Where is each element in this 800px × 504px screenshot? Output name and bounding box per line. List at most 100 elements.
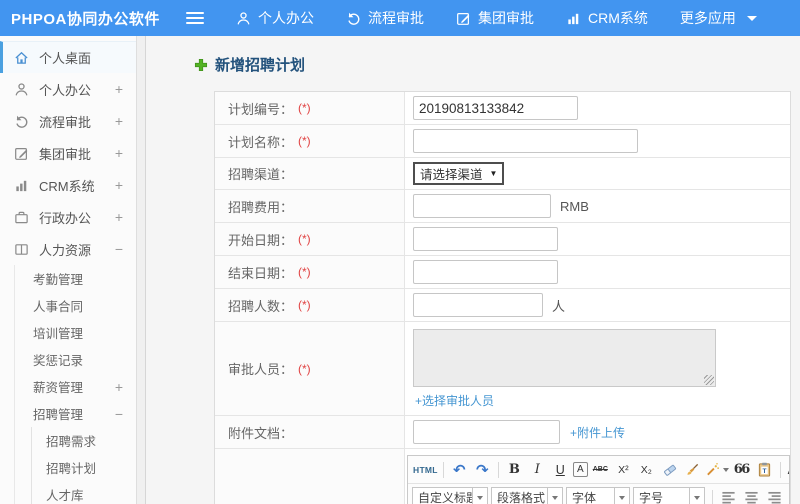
sidebar-item-reward-punishment-records[interactable]: 奖惩记录 (0, 346, 136, 373)
eraser-button[interactable] (659, 459, 680, 480)
expand-icon[interactable]: + (115, 209, 123, 225)
italic-button[interactable]: I (527, 459, 548, 480)
font-family-select[interactable]: 字体 (566, 487, 630, 504)
expand-icon[interactable]: + (115, 145, 123, 161)
sidebar-item-personal-desktop[interactable]: 个人桌面 (0, 41, 136, 73)
undo-button[interactable]: ↶ (449, 459, 470, 480)
sidebar-splitter[interactable] (137, 36, 146, 504)
align-center-button[interactable] (741, 487, 762, 504)
topnav-workflow-approval-label: 流程审批 (368, 10, 424, 26)
required-mark: (*) (298, 361, 311, 376)
topnav-personal-office[interactable]: 个人办公 (236, 8, 314, 28)
expand-icon[interactable]: + (115, 379, 123, 395)
align-right-button[interactable] (764, 487, 785, 504)
book-icon (14, 241, 30, 257)
editor-toolbar-row1: HTML↶↷BIUAABCX²X₂66TAab (408, 456, 789, 484)
sidebar-item-recruitment-demand[interactable]: 招聘需求 (0, 427, 136, 454)
start-date-input[interactable] (413, 227, 558, 251)
expand-icon[interactable]: + (115, 177, 123, 193)
source-code-button[interactable]: HTML (413, 459, 438, 480)
magic-wand-button[interactable] (705, 459, 729, 480)
caret-down-icon (746, 15, 757, 21)
attachment-input[interactable] (413, 420, 560, 444)
redo-button[interactable]: ↷ (472, 459, 493, 480)
channel-select[interactable]: 请选择渠道 ▼ (413, 162, 505, 185)
plan-name-input[interactable] (413, 129, 638, 153)
topbar-nav: 个人办公 流程审批 集团审批 CRM系统 更多应用 (236, 8, 757, 28)
page-body: 个人桌面 个人办公 + 流程审批 + 集团审批 + CRM系统 + 行政办公 + 人力资源 − 考勤管理人… (0, 36, 800, 504)
font-size-select[interactable]: 字号 (633, 487, 705, 504)
label-headcount: 招聘人数： (*) (215, 289, 405, 321)
underline-button[interactable]: U (550, 459, 571, 480)
topnav-crm-system[interactable]: CRM系统 (566, 8, 648, 28)
cost-input[interactable] (413, 194, 551, 218)
caret-down-icon (722, 467, 729, 472)
label-plan-name-text: 计划名称： (228, 134, 294, 150)
label-attachment-text: 附件文档： (228, 425, 294, 441)
label-plan-name: 计划名称： (*) (215, 125, 405, 157)
expand-icon[interactable]: + (115, 81, 123, 97)
sidebar-item-human-resources[interactable]: 人力资源 − (0, 233, 136, 265)
topnav-personal-office-label: 个人办公 (258, 10, 314, 26)
align-left-button[interactable] (718, 487, 739, 504)
field-end-date (405, 256, 790, 288)
form-row-plan-name: 计划名称： (*) (215, 125, 790, 158)
superscript-button[interactable]: X² (613, 459, 634, 480)
select-arrow-icon (689, 488, 704, 504)
align-justify-button[interactable] (787, 487, 789, 504)
select-approvers-link[interactable]: +选择审批人员 (415, 392, 494, 409)
paragraph-format-select-value: 段落格式 (497, 491, 546, 504)
sidebar-item-attendance-management[interactable]: 考勤管理 (0, 265, 136, 292)
font-style-box-button[interactable]: A (572, 462, 588, 477)
end-date-input[interactable] (413, 260, 558, 284)
toolbar-separator (779, 461, 781, 478)
topnav-workflow-approval[interactable]: 流程审批 (346, 8, 424, 28)
sidebar-item-salary-management[interactable]: 薪资管理 + (0, 373, 136, 400)
briefcase-icon (14, 209, 30, 225)
sidebar-item-training-management-label: 培训管理 (33, 327, 84, 341)
toolbar-separator (442, 461, 444, 478)
label-end-date: 结束日期： (*) (215, 256, 405, 288)
sidebar-item-training-management[interactable]: 培训管理 (0, 319, 136, 346)
sidebar-item-recruitment-management-label: 招聘管理 (33, 408, 84, 422)
menu-toggle-icon[interactable] (186, 12, 204, 24)
rich-text-editor: HTML↶↷BIUAABCX²X₂66TAab自定义标题段落格式字体字号 (407, 455, 790, 504)
paragraph-format-select[interactable]: 段落格式 (491, 487, 563, 504)
undo-icon (346, 11, 361, 26)
sidebar-item-administrative-office-label: 行政办公 (39, 210, 92, 226)
topnav-group-approval[interactable]: 集团审批 (456, 8, 534, 28)
format-brush-button[interactable] (682, 459, 703, 480)
sidebar-item-personnel-contract[interactable]: 人事合同 (0, 292, 136, 319)
sidebar-item-group-approval[interactable]: 集团审批 + (0, 137, 136, 169)
sidebar-item-administrative-office[interactable]: 行政办公 + (0, 201, 136, 233)
plan-number-input[interactable] (413, 96, 578, 120)
label-plan-content (215, 449, 405, 504)
form-row-channel: 招聘渠道： 请选择渠道 ▼ (215, 158, 790, 190)
sidebar-item-workflow-approval[interactable]: 流程审批 + (0, 105, 136, 137)
label-start-date: 开始日期： (*) (215, 223, 405, 255)
sidebar-item-recruitment-plan[interactable]: 招聘计划 (0, 454, 136, 481)
sidebar-item-recruitment-management[interactable]: 招聘管理 − (0, 400, 136, 427)
label-headcount-text: 招聘人数： (228, 298, 294, 314)
edit-icon (14, 145, 30, 161)
font-family-select-value: 字体 (572, 491, 597, 504)
required-mark: (*) (298, 134, 311, 148)
subscript-button[interactable]: X₂ (636, 459, 657, 480)
headcount-input[interactable] (413, 293, 543, 317)
font-color-button[interactable]: A (786, 459, 789, 480)
collapse-icon[interactable]: − (115, 241, 123, 257)
sidebar-item-personal-office[interactable]: 个人办公 + (0, 73, 136, 105)
bold-button[interactable]: B (504, 459, 525, 480)
custom-heading-select[interactable]: 自定义标题 (412, 487, 488, 504)
expand-icon[interactable]: + (115, 113, 123, 129)
blockquote-button[interactable]: 66 (731, 459, 752, 480)
topnav-more-apps[interactable]: 更多应用 (680, 8, 757, 28)
label-channel: 招聘渠道： (215, 158, 405, 189)
sidebar-item-talent-pool[interactable]: 人才库 (0, 481, 136, 504)
collapse-icon[interactable]: − (115, 406, 123, 422)
paste-button[interactable]: T (754, 459, 775, 480)
strikethrough-button[interactable]: ABC (590, 459, 611, 480)
attachment-upload-link[interactable]: +附件上传 (570, 424, 625, 441)
approvers-textarea[interactable] (413, 329, 716, 387)
sidebar-item-crm-system[interactable]: CRM系统 + (0, 169, 136, 201)
